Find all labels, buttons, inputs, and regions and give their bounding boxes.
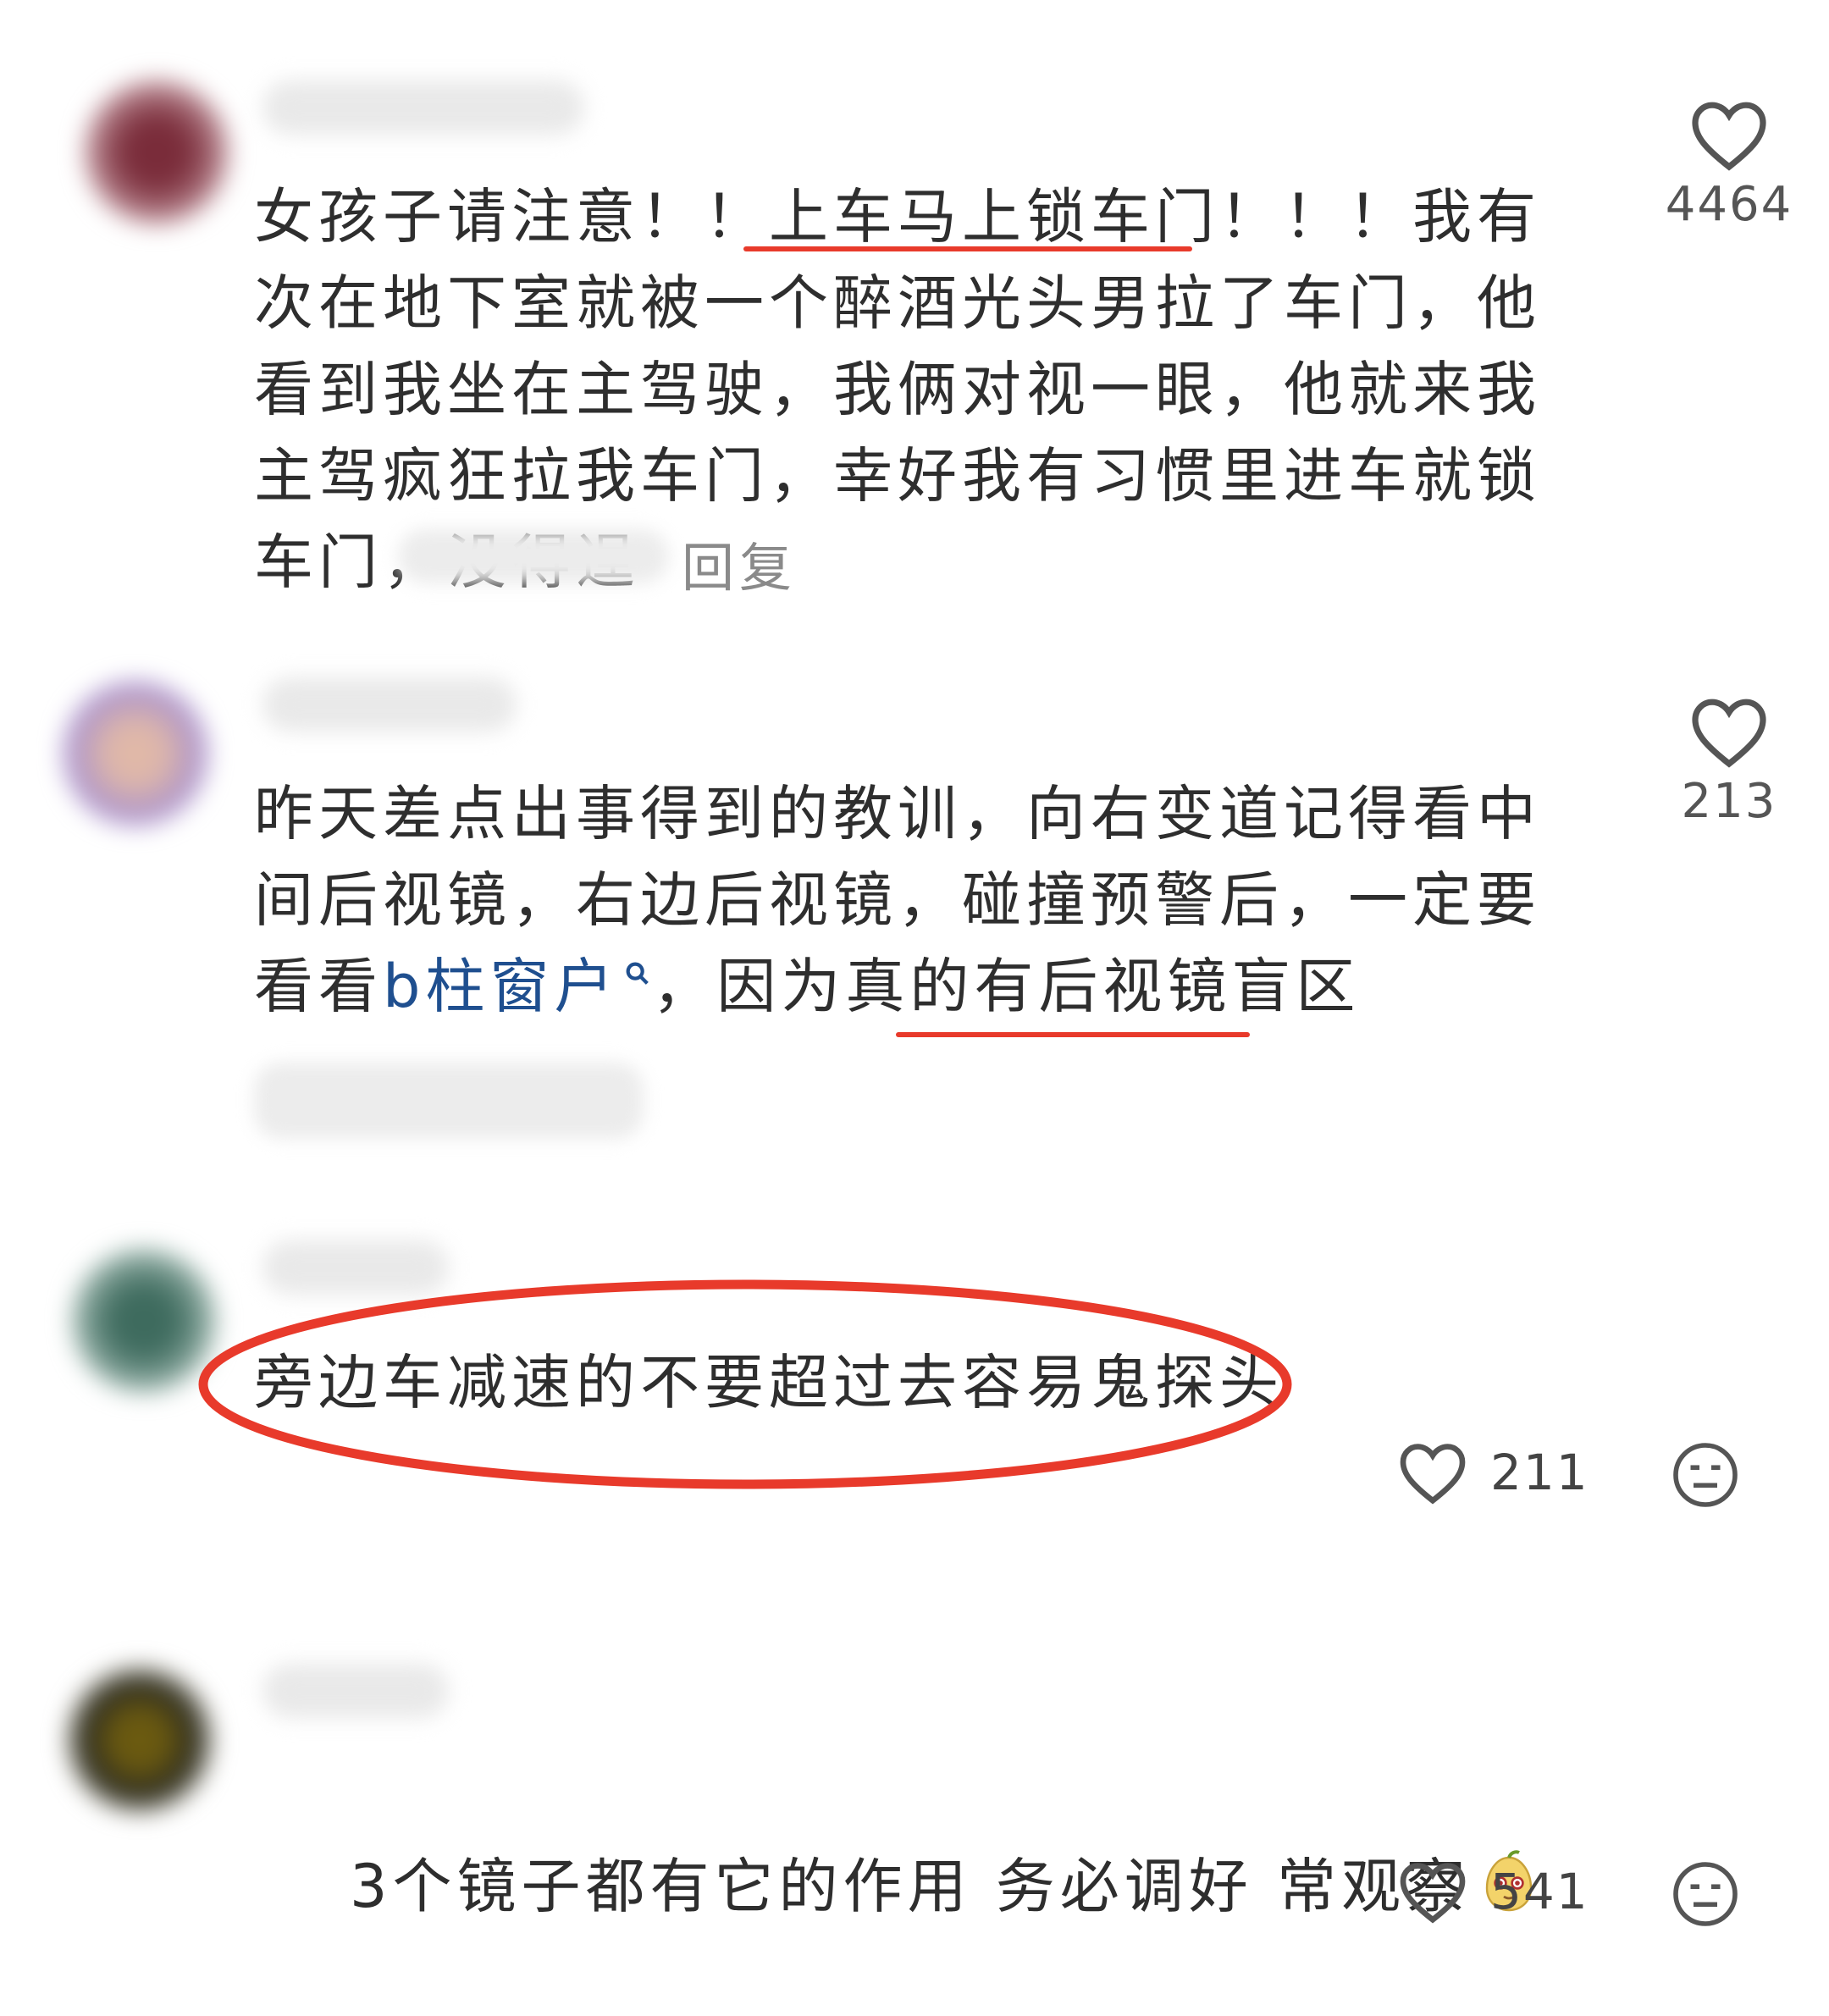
like-count: 213 — [1681, 774, 1777, 829]
dislike-face-icon[interactable] — [1670, 1859, 1741, 1930]
heart-icon — [1661, 694, 1797, 769]
annotation-underline — [743, 246, 1192, 251]
username-blurred[interactable] — [262, 677, 517, 732]
annotation-circle — [198, 1279, 1292, 1489]
timestamp-blurred — [398, 529, 669, 583]
username-blurred[interactable] — [262, 1664, 449, 1718]
heart-icon — [1661, 97, 1797, 172]
highlighted-phrase: 后视镜盲区 — [1038, 952, 1361, 1021]
heart-icon — [1397, 1439, 1468, 1505]
dislike-face-icon[interactable] — [1670, 1439, 1741, 1511]
heart-icon — [1397, 1859, 1468, 1925]
like-count: 4464 — [1665, 177, 1793, 232]
annotation-underline — [896, 1032, 1250, 1037]
like-count: 541 — [1490, 1863, 1589, 1920]
comment-text: 昨天差点出事得到的教训，向右变道记得看中间后视镜，右边后视镜，碰撞预警后，一定要… — [254, 779, 1541, 1021]
timestamp-blurred — [254, 1063, 644, 1139]
like-button[interactable]: 213 — [1661, 694, 1797, 829]
username-blurred[interactable] — [262, 80, 584, 135]
comment-text: 3个镜子都有它的作用 务必调好 常观察 — [254, 1757, 1575, 2016]
reply-button[interactable]: 回复 — [682, 525, 797, 601]
like-button[interactable]: 541 — [1397, 1859, 1589, 1925]
avatar[interactable] — [85, 80, 229, 224]
search-icon — [626, 962, 649, 985]
like-button[interactable]: 211 — [1397, 1439, 1589, 1505]
like-button[interactable]: 4464 — [1661, 97, 1797, 232]
highlighted-phrase: 上车马上锁车门 — [769, 182, 1219, 251]
b-pillar-link[interactable]: b柱窗户 — [383, 952, 618, 1021]
avatar[interactable] — [68, 1668, 212, 1812]
avatar[interactable] — [64, 682, 207, 826]
like-count: 211 — [1490, 1444, 1589, 1501]
